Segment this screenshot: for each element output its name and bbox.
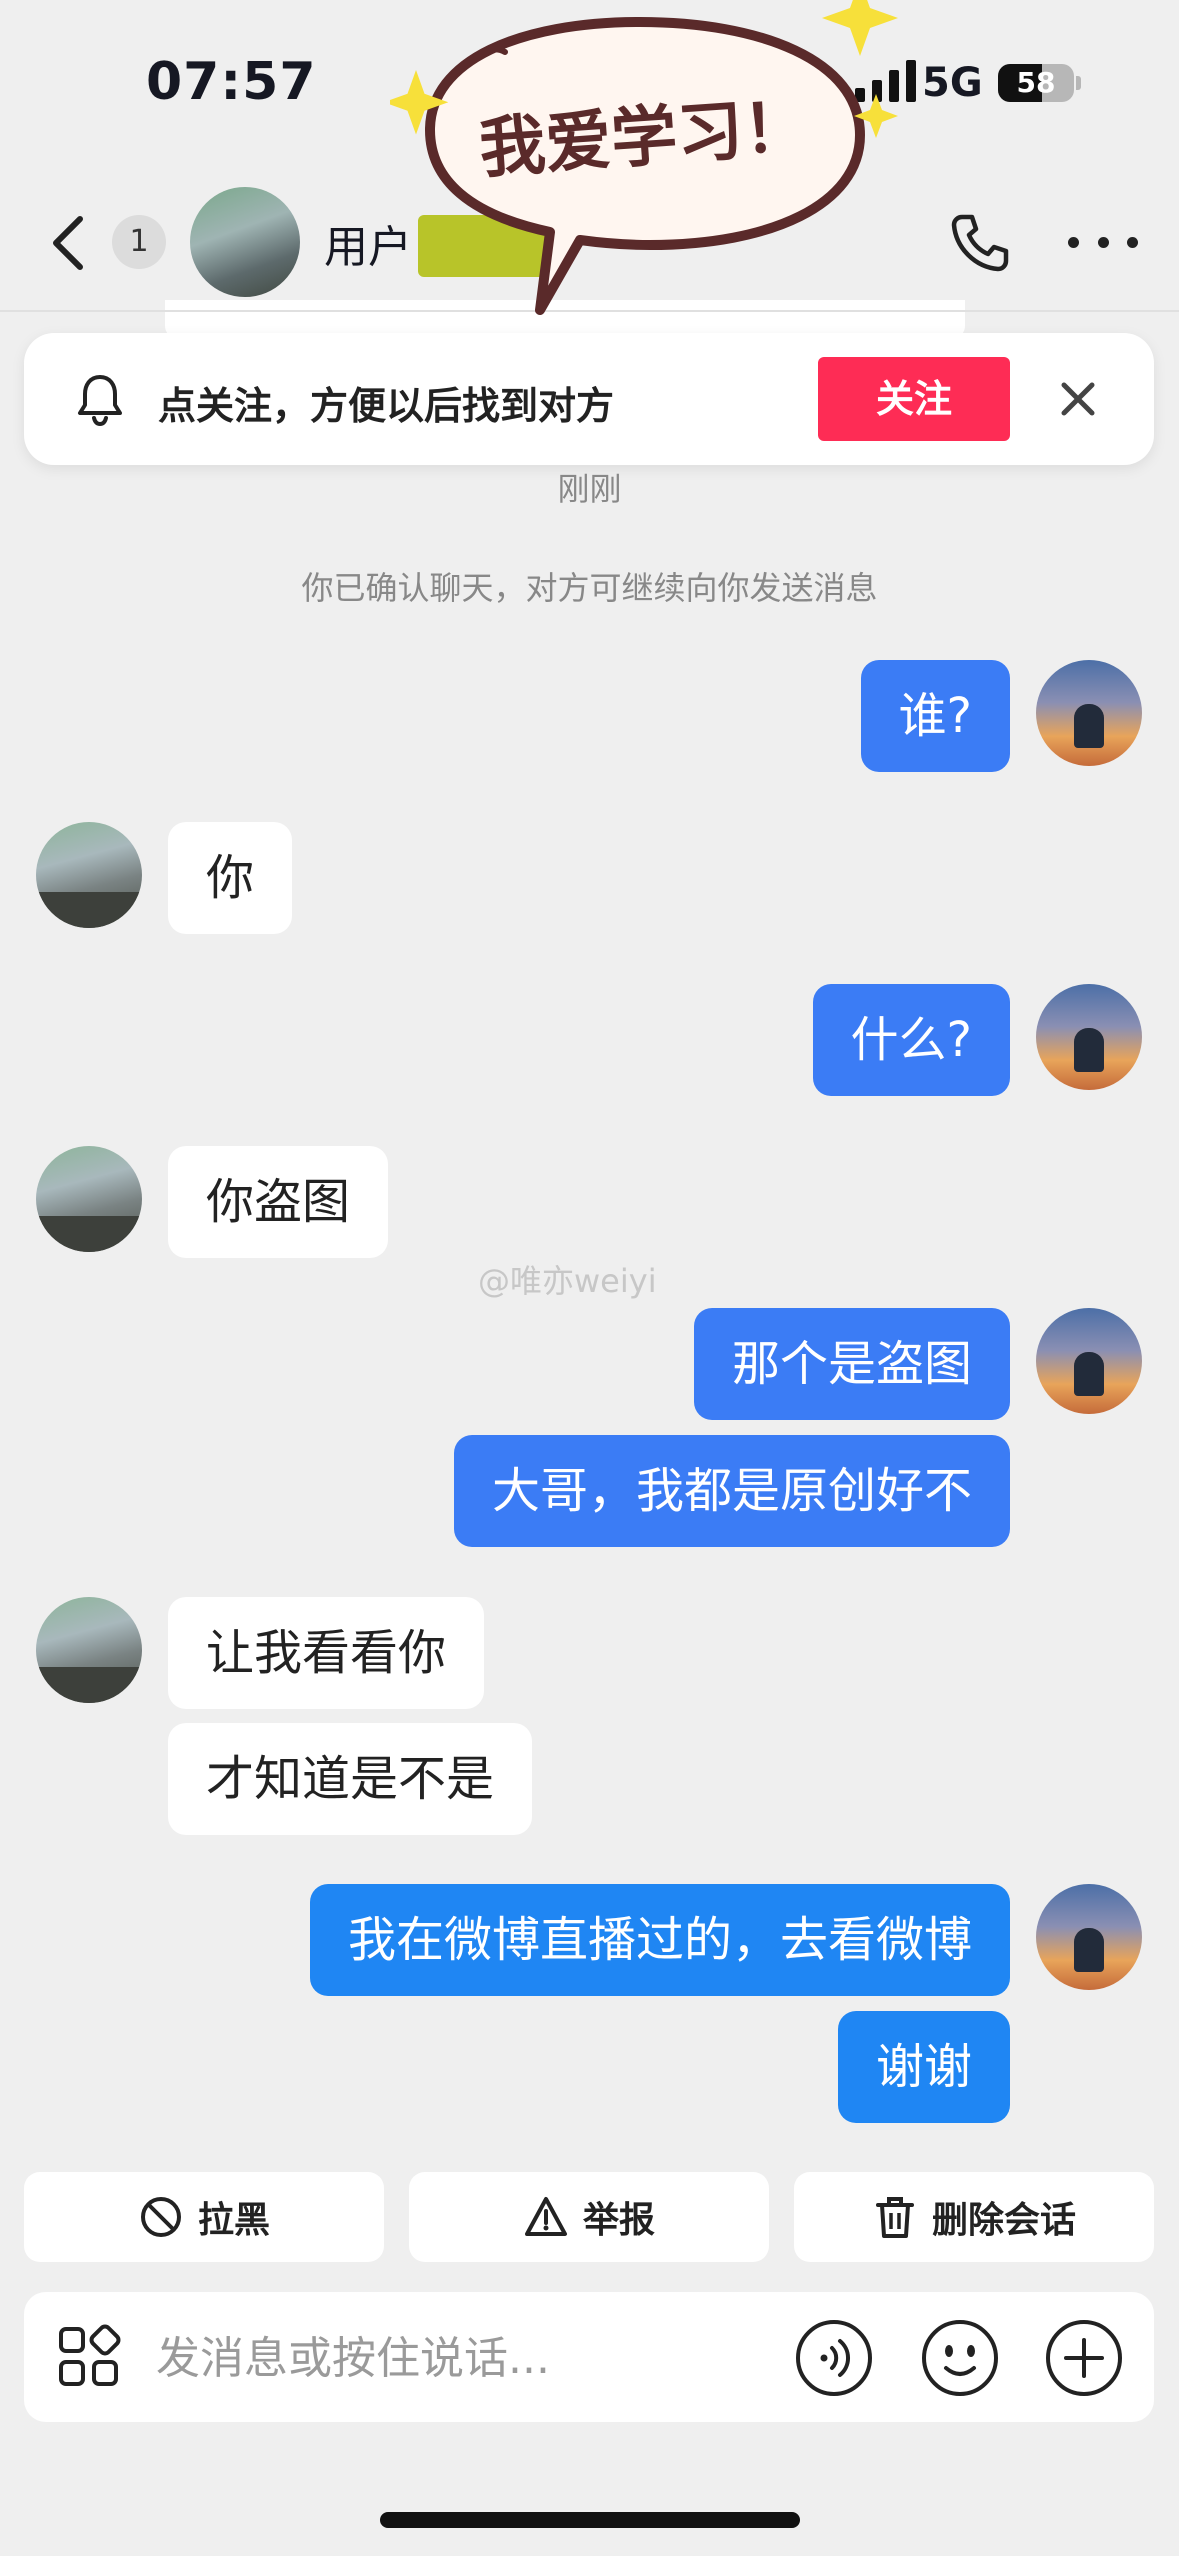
message-bubble-self[interactable]: 什么? (812, 984, 1010, 1096)
more-options-icon[interactable] (1068, 231, 1138, 253)
conversation-actions: 拉黑 举报 删除会话 (24, 2172, 1154, 2262)
message-bubble-self[interactable]: 我在微博直播过的，去看微博 (309, 1884, 1010, 1996)
self-avatar[interactable] (1036, 1308, 1142, 1414)
add-icon[interactable] (1044, 2318, 1124, 2398)
phone-call-icon[interactable] (948, 211, 1012, 275)
unread-count-badge: 1 (112, 215, 166, 269)
self-avatar[interactable] (1036, 984, 1142, 1090)
follow-banner: 点关注，方便以后找到对方 关注 (24, 333, 1154, 465)
message-bubble-peer[interactable]: 才知道是不是 (168, 1723, 533, 1835)
apps-grid-icon[interactable] (56, 2324, 122, 2390)
report-label: 举报 (582, 2200, 655, 2241)
block-button[interactable]: 拉黑 (24, 2172, 384, 2262)
message-bubble-self[interactable]: 谢谢 (837, 2011, 1010, 2123)
delete-conversation-button[interactable]: 删除会话 (794, 2172, 1154, 2262)
peer-avatar-small[interactable] (36, 1146, 142, 1252)
follow-button[interactable]: 关注 (818, 357, 1010, 441)
message-bubble-self[interactable]: 谁? (860, 660, 1010, 772)
message-timestamp: 刚刚 (557, 470, 622, 508)
message-bubble-peer[interactable]: 你 (168, 822, 293, 934)
block-icon (140, 2197, 181, 2237)
warning-icon (524, 2197, 567, 2236)
report-button[interactable]: 举报 (409, 2172, 769, 2262)
bell-icon (78, 375, 122, 427)
battery-cap (1076, 76, 1081, 90)
home-indicator[interactable] (380, 2512, 800, 2528)
message-bubble-self[interactable]: 那个是盗图 (693, 1308, 1010, 1420)
delete-label: 删除会话 (931, 2200, 1076, 2241)
peer-avatar-small[interactable] (36, 822, 142, 928)
trash-icon (875, 2197, 914, 2238)
peer-avatar[interactable] (190, 187, 300, 297)
follow-prompt-text: 点关注，方便以后找到对方 (158, 384, 615, 428)
battery-percent: 58 (1016, 66, 1056, 99)
message-bubble-self[interactable]: 大哥，我都是原创好不 (453, 1435, 1010, 1547)
message-input-bar (24, 2292, 1154, 2422)
close-icon[interactable] (1056, 377, 1100, 421)
back-arrow-icon[interactable] (44, 213, 94, 273)
system-message: 你已确认聊天，对方可继续向你发送消息 (301, 569, 878, 607)
peer-avatar-small[interactable] (36, 1597, 142, 1703)
voice-icon[interactable] (794, 2318, 874, 2398)
self-avatar[interactable] (1036, 660, 1142, 766)
emoji-icon[interactable] (920, 2318, 1000, 2398)
battery-icon: 58 (998, 64, 1074, 102)
self-avatar[interactable] (1036, 1884, 1142, 1990)
message-bubble-peer[interactable]: 让我看看你 (168, 1597, 485, 1709)
network-type: 5G (922, 60, 983, 106)
watermark: @唯亦weiyi (478, 1262, 657, 1300)
message-input[interactable] (154, 2322, 788, 2394)
sticker-speech-bubble: 我爱学习！ (390, 0, 898, 315)
message-bubble-peer[interactable]: 你盗图 (168, 1146, 389, 1258)
block-label: 拉黑 (197, 2200, 270, 2241)
clock: 07:57 (146, 52, 317, 112)
